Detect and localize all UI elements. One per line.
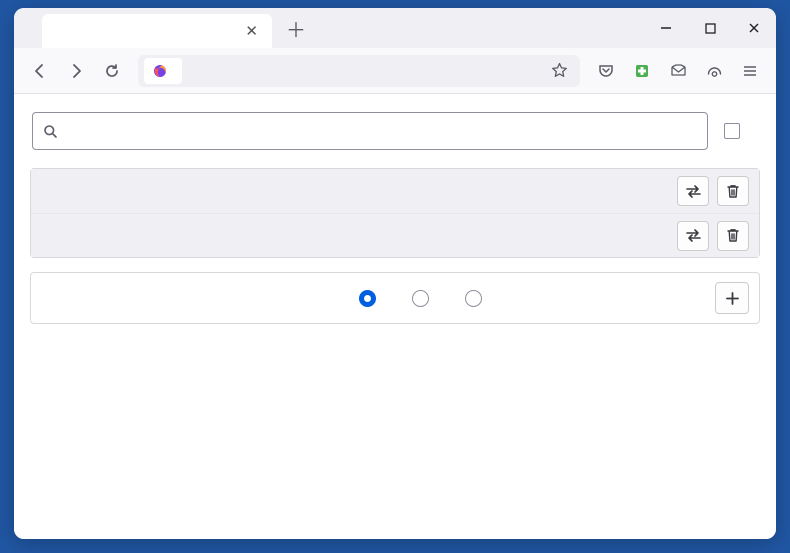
pref-search-box[interactable] (32, 112, 708, 150)
menu-button[interactable] (734, 55, 766, 87)
modified-only-toggle[interactable] (724, 123, 748, 139)
toggle-button[interactable] (677, 176, 709, 206)
toggle-icon (685, 184, 702, 199)
add-pref-name (31, 288, 359, 308)
pref-name (31, 226, 359, 246)
toggle-icon (685, 228, 702, 243)
type-boolean[interactable] (359, 290, 384, 307)
url-bar[interactable] (138, 55, 580, 87)
window-controls (644, 8, 776, 48)
search-icon (43, 124, 58, 139)
nav-toolbar (14, 48, 776, 94)
plus-icon (725, 291, 740, 306)
trash-icon (726, 184, 740, 199)
type-string[interactable] (465, 290, 490, 307)
pref-value (359, 183, 677, 199)
new-tab-button[interactable]: ＋ (282, 14, 310, 42)
type-radio-group (359, 290, 715, 307)
titlebar: ✕ ＋ (14, 8, 776, 48)
add-button[interactable] (715, 282, 749, 314)
account-icon[interactable] (698, 55, 730, 87)
pref-value (359, 228, 677, 244)
radio-on-icon (359, 290, 376, 307)
preference-list (30, 168, 760, 258)
close-button[interactable] (732, 8, 776, 48)
tab-active[interactable]: ✕ (42, 14, 272, 48)
pocket-button[interactable] (590, 55, 622, 87)
browser-window: ✕ ＋ (14, 8, 776, 539)
minimize-button[interactable] (644, 8, 688, 48)
bookmark-star-icon[interactable] (545, 62, 574, 79)
extension-button[interactable] (626, 55, 658, 87)
inbox-icon[interactable] (662, 55, 694, 87)
checkbox-icon (724, 123, 740, 139)
delete-button[interactable] (717, 176, 749, 206)
forward-button[interactable] (60, 55, 92, 87)
about-config-content (14, 94, 776, 539)
pref-row[interactable] (31, 169, 759, 213)
search-row (24, 112, 766, 150)
delete-button[interactable] (717, 221, 749, 251)
toggle-button[interactable] (677, 221, 709, 251)
back-button[interactable] (24, 55, 56, 87)
identity-box[interactable] (144, 58, 182, 84)
type-number[interactable] (412, 290, 437, 307)
reload-button[interactable] (96, 55, 128, 87)
radio-off-icon (412, 290, 429, 307)
pref-search-input[interactable] (66, 122, 697, 140)
trash-icon (726, 228, 740, 243)
add-pref-row (30, 272, 760, 324)
maximize-button[interactable] (688, 8, 732, 48)
radio-off-icon (465, 290, 482, 307)
firefox-icon (152, 63, 168, 79)
pref-row[interactable] (31, 213, 759, 257)
tab-close-icon[interactable]: ✕ (241, 20, 262, 42)
pref-name (31, 181, 359, 201)
